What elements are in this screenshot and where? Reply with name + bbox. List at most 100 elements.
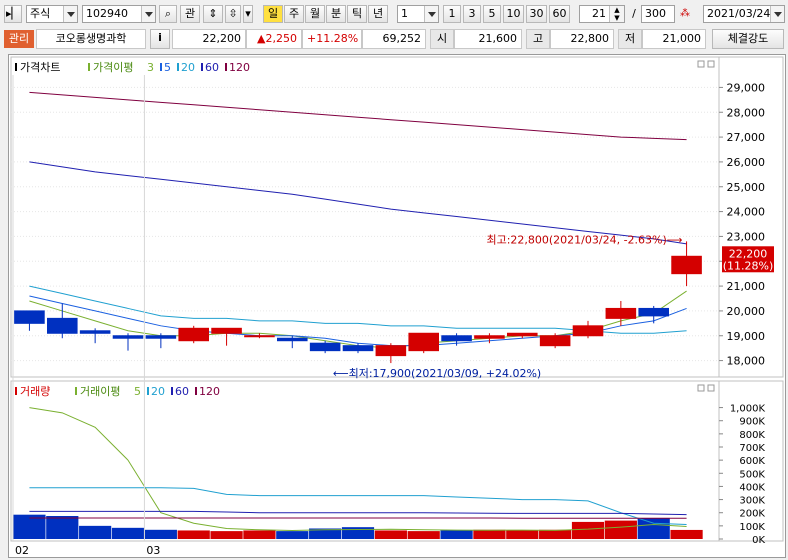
volume-bar[interactable] (440, 530, 472, 539)
toolbar: ▸▏ 주식 102940 ⌕ 관 ⇕ ⇳ ▾ 일주월분틱년 1 13510306… (0, 0, 788, 28)
high-price: 22,800 (550, 29, 614, 49)
chevron-down-icon[interactable] (141, 6, 155, 22)
volume-bar[interactable] (276, 531, 308, 539)
stepper-arrows-icon[interactable]: ▲▼ (609, 6, 624, 22)
candle-body[interactable] (606, 308, 636, 318)
volume-bar[interactable] (638, 518, 670, 539)
count-stepper[interactable]: 21 ▲▼ (579, 5, 625, 23)
price-tick-label: 20,000 (727, 305, 766, 318)
candle-body[interactable] (310, 343, 340, 350)
candle-body[interactable] (278, 338, 308, 340)
candle-body[interactable] (179, 328, 209, 340)
candle-body[interactable] (573, 326, 603, 336)
volume-bar[interactable] (178, 530, 210, 539)
volume-bar[interactable] (112, 528, 144, 539)
volume-bar[interactable] (506, 530, 538, 539)
period-button-1[interactable]: 주 (284, 5, 304, 23)
quick-interval-button-5[interactable]: 60 (549, 5, 570, 23)
quick-interval-button-2[interactable]: 5 (483, 5, 501, 23)
quick-interval-button-4[interactable]: 30 (526, 5, 547, 23)
volume-bar[interactable] (539, 530, 571, 539)
legend-marker (201, 63, 203, 71)
candle-body[interactable] (212, 328, 242, 333)
volume-value: 69,252 (362, 29, 426, 49)
candle-body[interactable] (540, 336, 570, 346)
volume-tick-label: 1,000K (730, 404, 766, 415)
legend-marker (15, 387, 17, 395)
legend-marker (171, 387, 173, 395)
volume-tick-label: 800K (739, 430, 765, 441)
candle-body[interactable] (639, 308, 669, 315)
price-ma-legend-5: 5 (164, 61, 171, 74)
candle-body[interactable] (442, 336, 472, 341)
candle-body[interactable] (508, 333, 538, 335)
price-ma-legend-60: 60 (205, 61, 219, 74)
menu-toggle-icon[interactable]: ▸▏ (4, 5, 22, 23)
code-input[interactable]: 102940 (82, 5, 156, 23)
candle-body[interactable] (80, 331, 110, 333)
period-button-0[interactable]: 일 (263, 5, 283, 23)
volume-bar[interactable] (408, 531, 440, 539)
volume-bar[interactable] (46, 516, 78, 539)
volume-tick-label: 200K (739, 509, 765, 520)
volume-tick-label: 700K (739, 443, 765, 454)
period-button-4[interactable]: 틱 (347, 5, 367, 23)
candle-body[interactable] (475, 336, 505, 338)
volume-bar[interactable] (342, 527, 374, 539)
chevron-down-icon[interactable] (424, 6, 438, 22)
high-label: 고 (526, 29, 550, 49)
period-button-5[interactable]: 년 (368, 5, 388, 23)
chevron-down-icon[interactable] (770, 6, 784, 22)
volume-bar[interactable] (79, 526, 111, 539)
info-button[interactable]: i (150, 29, 170, 49)
date-select[interactable]: 2021/03/24 (703, 5, 785, 23)
chart-svg[interactable]: 가격차트 가격이평 352060120 거래량 거래이평 52060120 29… (9, 55, 785, 557)
volume-chart-title: 거래량 (20, 385, 50, 398)
interval-select[interactable]: 1 (397, 5, 439, 23)
volume-bar[interactable] (572, 522, 604, 539)
candle-body[interactable] (15, 311, 45, 323)
price-ma-title: 가격이평 (93, 61, 133, 74)
spin-icon[interactable]: ⇳ (225, 5, 241, 23)
candle-body[interactable] (376, 346, 406, 356)
grid-settings-icon[interactable]: ⁂ (677, 5, 693, 23)
strength-button[interactable]: 체결강도 (712, 29, 784, 49)
volume-tick-label: 500K (739, 469, 765, 480)
volume-bar[interactable] (145, 530, 177, 539)
quick-interval-button-0[interactable]: 1 (443, 5, 461, 23)
quick-interval-button-1[interactable]: 3 (463, 5, 481, 23)
chevron-down-icon[interactable] (63, 6, 77, 22)
candle-body[interactable] (343, 346, 373, 351)
volume-panel[interactable] (11, 381, 719, 541)
period-button-2[interactable]: 월 (305, 5, 325, 23)
search-button[interactable]: ⌕ (159, 5, 177, 23)
candle-body[interactable] (146, 336, 176, 338)
market-select[interactable]: 주식 (26, 5, 78, 23)
up-down-icon[interactable]: ⇕ (203, 5, 223, 23)
candle-body[interactable] (245, 336, 275, 337)
count-total-input[interactable]: 300 (641, 5, 675, 23)
quote-bar: 관리 코오롱생명과학 i 22,200 ▲2,250 +11.28% 69,25… (0, 28, 788, 50)
volume-bar[interactable] (473, 530, 505, 539)
volume-bar[interactable] (605, 521, 637, 539)
candle-body[interactable] (48, 318, 78, 333)
quick-interval-button-3[interactable]: 10 (503, 5, 524, 23)
volume-bar[interactable] (210, 531, 242, 539)
candle-body[interactable] (672, 256, 702, 273)
x-tick-label: 03 (146, 544, 160, 557)
chevron-down-icon[interactable]: ▾ (243, 5, 253, 23)
volume-bar[interactable] (243, 530, 275, 539)
chart-area[interactable]: 가격차트 가격이평 352060120 거래량 거래이평 52060120 29… (8, 54, 786, 558)
candle-body[interactable] (113, 336, 143, 338)
legend-marker (225, 63, 227, 71)
price-panel[interactable] (11, 57, 719, 377)
open-label: 시 (430, 29, 454, 49)
volume-bar[interactable] (670, 530, 702, 539)
price-panel-legend: 가격차트 가격이평 352060120 (15, 61, 250, 74)
interest-button[interactable]: 관 (180, 5, 200, 23)
candle-body[interactable] (409, 333, 439, 350)
volume-bar[interactable] (375, 530, 407, 539)
period-button-3[interactable]: 분 (326, 5, 346, 23)
count-value: 21 (592, 7, 606, 20)
price-tick-label: 23,000 (727, 230, 766, 243)
